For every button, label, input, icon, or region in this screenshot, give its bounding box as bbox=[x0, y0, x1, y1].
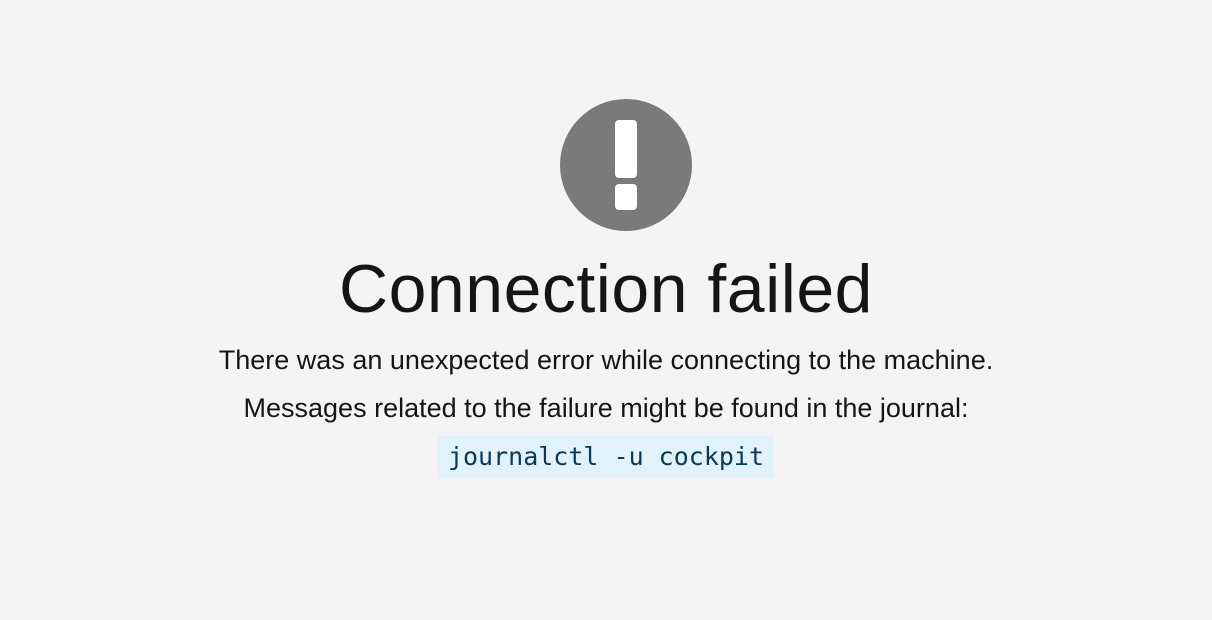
page-title: Connection failed bbox=[339, 251, 873, 327]
journalctl-command: journalctl -u cockpit bbox=[437, 436, 775, 478]
error-message: There was an unexpected error while conn… bbox=[218, 345, 994, 375]
journal-hint: Messages related to the failure might be… bbox=[243, 393, 969, 423]
connection-failed-page: Connection failed There was an unexpecte… bbox=[0, 0, 1212, 620]
exclamation-circle-icon bbox=[560, 99, 692, 231]
command-container: journalctl -u cockpit bbox=[0, 436, 1212, 478]
